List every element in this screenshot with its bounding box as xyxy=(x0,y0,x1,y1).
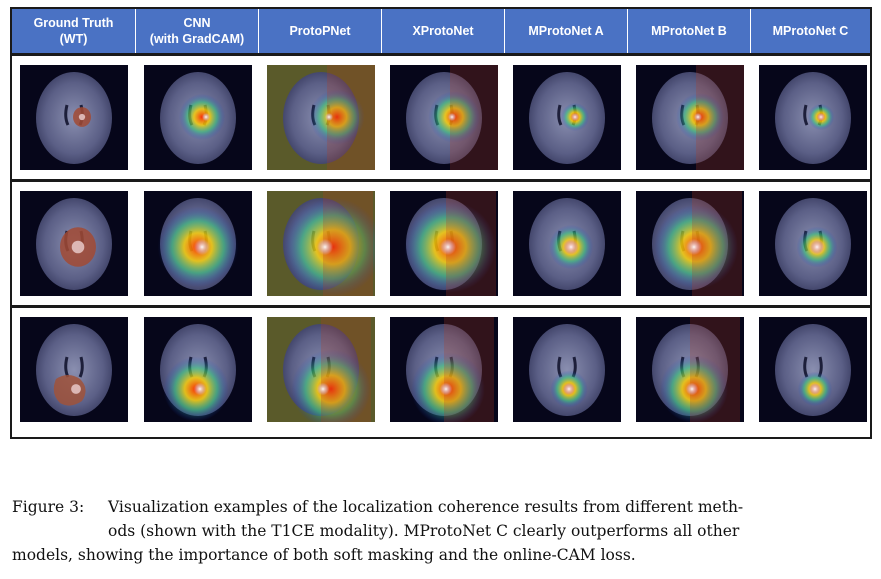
mri-thumbnail xyxy=(20,191,128,296)
result-cell xyxy=(751,308,870,431)
caption-label: Figure 3: xyxy=(12,498,85,516)
result-cell xyxy=(12,56,136,179)
mri-thumbnail xyxy=(513,191,621,296)
example-row-3 xyxy=(12,308,870,431)
result-cell xyxy=(751,56,870,179)
mri-thumbnail xyxy=(636,317,744,422)
mri-thumbnail xyxy=(390,65,498,170)
result-cell xyxy=(382,182,505,305)
mri-thumbnail xyxy=(513,317,621,422)
result-cell xyxy=(505,308,628,431)
result-cell xyxy=(382,308,505,431)
caption-line-2: ods (shown with the T1CE modality). MPro… xyxy=(108,522,740,540)
result-cell xyxy=(628,56,751,179)
result-cell xyxy=(12,308,136,431)
result-cell xyxy=(382,56,505,179)
mri-thumbnail xyxy=(20,317,128,422)
mri-thumbnail xyxy=(390,317,498,422)
result-cell xyxy=(751,182,870,305)
caption-line-3: models, showing the importance of both s… xyxy=(12,546,636,564)
mri-thumbnail xyxy=(759,317,867,422)
mri-thumbnail xyxy=(759,65,867,170)
result-cell xyxy=(628,308,751,431)
mri-thumbnail xyxy=(636,191,744,296)
result-cell xyxy=(259,182,382,305)
result-cell xyxy=(505,56,628,179)
result-cell xyxy=(505,182,628,305)
example-row-1 xyxy=(12,56,870,179)
caption-line-1: Visualization examples of the localizati… xyxy=(108,498,744,516)
mri-thumbnail xyxy=(20,65,128,170)
result-cell xyxy=(259,308,382,431)
result-cell xyxy=(136,56,259,179)
mri-thumbnail xyxy=(144,65,252,170)
mri-thumbnail xyxy=(267,65,375,170)
example-row-2 xyxy=(12,182,870,305)
mri-thumbnail xyxy=(267,317,375,422)
column-header-7: MProtoNet C xyxy=(751,9,870,53)
result-cell xyxy=(628,182,751,305)
column-header-1: Ground Truth (WT) xyxy=(12,9,136,53)
mri-thumbnail xyxy=(390,191,498,296)
result-cell xyxy=(136,308,259,431)
figure-caption: Figure 3: Visualization examples of the l… xyxy=(12,495,874,567)
result-cell xyxy=(136,182,259,305)
mri-thumbnail xyxy=(636,65,744,170)
mri-thumbnail xyxy=(759,191,867,296)
result-cell xyxy=(259,56,382,179)
column-header-2: CNN (with GradCAM) xyxy=(136,9,259,53)
mri-thumbnail xyxy=(144,317,252,422)
column-header-6: MProtoNet B xyxy=(628,9,751,53)
mri-thumbnail xyxy=(513,65,621,170)
result-cell xyxy=(12,182,136,305)
column-header-row: Ground Truth (WT) CNN (with GradCAM) Proto… xyxy=(12,9,870,53)
mri-thumbnail xyxy=(267,191,375,296)
column-header-5: MProtoNet A xyxy=(505,9,628,53)
column-header-4: XProtoNet xyxy=(382,9,505,53)
column-header-3: ProtoPNet xyxy=(259,9,382,53)
mri-thumbnail xyxy=(144,191,252,296)
figure-panel: Ground Truth (WT) CNN (with GradCAM) Proto… xyxy=(10,7,872,439)
